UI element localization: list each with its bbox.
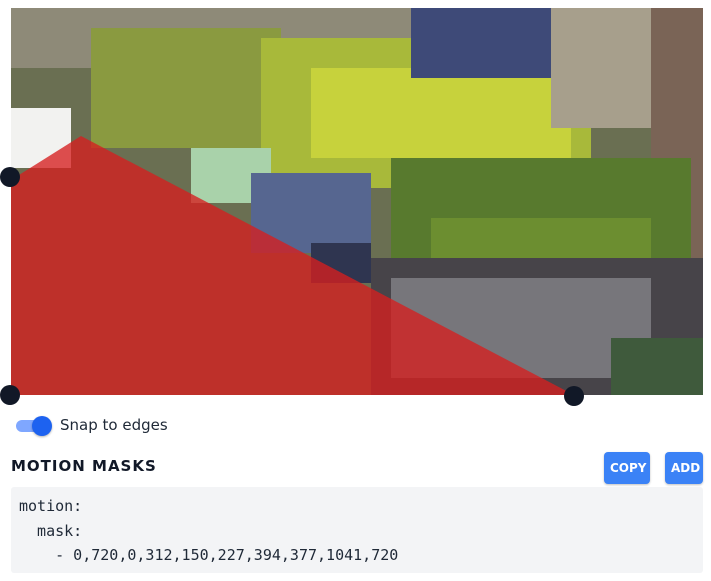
- camera-snapshot: [11, 8, 703, 395]
- config-line: - 0,720,0,312,150,227,394,377,1041,720: [19, 546, 399, 564]
- add-button[interactable]: ADD: [665, 452, 703, 484]
- snap-to-edges-row: Snap to edges: [14, 413, 168, 437]
- config-line: mask:: [19, 521, 83, 540]
- mask-vertex-handle[interactable]: [0, 167, 20, 187]
- copy-button[interactable]: COPY: [604, 452, 650, 484]
- mask-config-code: motion: mask: - 0,720,0,312,150,227,394,…: [11, 487, 703, 573]
- snap-to-edges-label: Snap to edges: [60, 416, 168, 434]
- config-line: motion:: [19, 497, 83, 515]
- snap-to-edges-toggle[interactable]: [14, 414, 52, 436]
- camera-image: [11, 8, 703, 395]
- mask-vertex-handle[interactable]: [564, 386, 584, 406]
- motion-masks-title: MOTION MASKS: [11, 457, 157, 475]
- toggle-knob: [32, 416, 52, 436]
- mask-vertex-handle[interactable]: [0, 385, 20, 405]
